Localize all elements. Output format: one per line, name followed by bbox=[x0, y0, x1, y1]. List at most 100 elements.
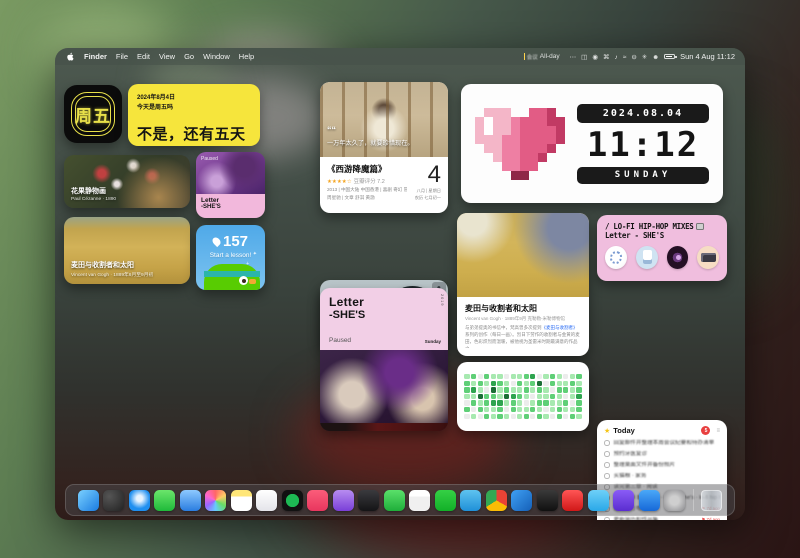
contribution-cell bbox=[478, 381, 483, 386]
heart-pixel bbox=[493, 126, 502, 135]
todo-checkbox[interactable] bbox=[604, 451, 610, 457]
dock-icon-telegram[interactable] bbox=[460, 490, 481, 511]
todo-checkbox[interactable] bbox=[604, 517, 610, 520]
heart-pixel bbox=[520, 108, 529, 117]
contribution-cell bbox=[504, 394, 509, 399]
contribution-cell bbox=[524, 394, 529, 399]
contribution-cell bbox=[478, 387, 483, 392]
apple-menu-icon[interactable] bbox=[65, 51, 75, 62]
contribution-cell bbox=[543, 407, 548, 412]
dock-icon-notes[interactable] bbox=[231, 490, 252, 511]
contribution-cell bbox=[511, 400, 516, 405]
contribution-cell bbox=[537, 400, 542, 405]
menu-bar-status: 会议All-day ⋯ ◫ ◉ ⌘ ♪ ≈ ⊖ ✳ ☻ Sun 4 Aug 11:12 bbox=[524, 52, 735, 61]
todo-checkbox[interactable] bbox=[604, 473, 610, 479]
contribution-cell bbox=[484, 407, 489, 412]
status-icon[interactable]: ◫ bbox=[581, 54, 587, 61]
widget-music-small[interactable]: Paused Letter -SHE'S bbox=[196, 152, 265, 218]
dock-icon-finder[interactable] bbox=[78, 490, 99, 511]
dock-icon-messages[interactable] bbox=[154, 490, 175, 511]
dock-icon-appstore[interactable] bbox=[639, 490, 660, 511]
status-icon[interactable]: ⋯ bbox=[570, 54, 577, 61]
dock-icon-podcasts[interactable] bbox=[333, 490, 354, 511]
cassette-sticker bbox=[697, 246, 719, 269]
menu-view[interactable]: View bbox=[159, 52, 175, 61]
widget-art-of-the-day[interactable]: 麦田与收割者和太阳 Vincent van Gogh · 1889年9月 克勒勒… bbox=[457, 213, 589, 356]
dock-icon-reminders[interactable] bbox=[256, 490, 277, 511]
todo-item[interactable]: 买猫粮 · 家务 bbox=[604, 473, 720, 479]
widget-is-it-friday[interactable]: 2024年8月4日 今天是周五吗 不是，还有五天 bbox=[128, 84, 260, 146]
status-icon[interactable]: ⌘ bbox=[603, 54, 610, 61]
heart-pixel bbox=[538, 162, 547, 171]
status-icon[interactable]: ✳ bbox=[642, 54, 647, 61]
dock-icon-facetime[interactable] bbox=[384, 490, 405, 511]
contribution-cell bbox=[511, 407, 516, 412]
dock-icon-system-settings[interactable] bbox=[664, 490, 685, 511]
dock-icon-music[interactable] bbox=[307, 490, 328, 511]
heart-pixel bbox=[538, 135, 547, 144]
menu-go[interactable]: Go bbox=[184, 52, 194, 61]
list-menu-icon[interactable]: ≡ bbox=[716, 428, 720, 434]
dock-icon-mail[interactable] bbox=[180, 490, 201, 511]
menu-finder[interactable]: Finder bbox=[84, 52, 107, 61]
widget-duolingo-streak[interactable]: 157 Start a lesson! ✦ + bbox=[196, 225, 265, 290]
todo-text: 预约牙医复诊 bbox=[614, 451, 721, 457]
dock-icon-trash[interactable] bbox=[701, 490, 722, 511]
contribution-cell bbox=[464, 414, 469, 419]
dock-icon-photos[interactable] bbox=[205, 490, 226, 511]
dock-icon-launchpad[interactable] bbox=[103, 490, 124, 511]
dock-icon-bilibili[interactable] bbox=[588, 490, 609, 511]
heart-pixel bbox=[520, 162, 529, 171]
heart-pixel bbox=[556, 153, 565, 162]
heart-pixel bbox=[475, 171, 484, 180]
artwork-link[interactable]: 《麦田与收割者》 bbox=[542, 325, 578, 330]
dock-icon-tv[interactable] bbox=[358, 490, 379, 511]
menubar-clock[interactable]: Sun 4 Aug 11:12 bbox=[680, 52, 735, 61]
status-icon[interactable]: ⊖ bbox=[631, 54, 636, 61]
menubar-event[interactable]: 会议All-day bbox=[524, 53, 560, 61]
todo-checkbox[interactable] bbox=[604, 440, 610, 446]
dock-icon-safari[interactable] bbox=[129, 490, 150, 511]
dock-icon-wechat[interactable] bbox=[435, 490, 456, 511]
vinyl-sticker bbox=[667, 246, 689, 269]
contribution-cell bbox=[570, 414, 575, 419]
widget-movie-quote[interactable]: ““ 一万年太久了，就要珍惜现在。 《西游降魔篇》 ★★★★☆豆瓣评分 7.2 … bbox=[320, 82, 448, 213]
todo-item[interactable]: 整理桌面文件并备份照片 bbox=[604, 462, 720, 468]
widget-art-cezanne[interactable]: 花果静物画 Paul Cézanne · 1890 bbox=[64, 155, 190, 208]
menu-help[interactable]: Help bbox=[239, 52, 254, 61]
menu-file[interactable]: File bbox=[116, 52, 128, 61]
widget-contribution-graph[interactable] bbox=[457, 362, 589, 431]
dock-icon-spotify[interactable] bbox=[282, 490, 303, 511]
contribution-cell bbox=[530, 407, 535, 412]
widget-letter-player[interactable]: Letter -SHE'S Paused Sunday 2019 bbox=[320, 288, 448, 431]
heart-pixel bbox=[511, 117, 520, 126]
status-icon[interactable]: ♪ bbox=[615, 54, 618, 61]
todo-item[interactable]: 预约牙医复诊 bbox=[604, 451, 720, 457]
widget-lofi-mixes[interactable]: / LO-FI HIP-HOP MIXES Letter - SHE'S bbox=[597, 215, 727, 281]
contribution-cell bbox=[557, 387, 562, 392]
todo-item[interactable]: 回复邮件并整理本周会议纪要和待办清单 bbox=[604, 440, 720, 446]
status-icon[interactable]: ☻ bbox=[652, 54, 659, 61]
dock-icon-vscode[interactable] bbox=[511, 490, 532, 511]
dock-icon-calendar[interactable] bbox=[409, 490, 430, 511]
contribution-cell bbox=[484, 394, 489, 399]
todo-item[interactable]: 更新简历和作品集⚑ 7d ago bbox=[604, 517, 720, 520]
widget-pixel-clock[interactable]: 2024.08.04 11:12 SUNDAY bbox=[461, 84, 723, 203]
battery-icon[interactable] bbox=[664, 54, 675, 60]
todo-checkbox[interactable] bbox=[604, 462, 610, 468]
heart-pixel bbox=[475, 108, 484, 117]
contribution-cell bbox=[497, 414, 502, 419]
status-icon[interactable]: ≈ bbox=[623, 54, 627, 61]
dock-icon-figma[interactable] bbox=[613, 490, 634, 511]
heart-pixel bbox=[529, 108, 538, 117]
menu-window[interactable]: Window bbox=[203, 52, 230, 61]
widget-art-wheatfield[interactable]: 麦田与收割者和太阳 Vincent van Gogh · 1889年6月至9月初 bbox=[64, 217, 190, 284]
widget-friday-icon[interactable]: 周五 bbox=[64, 85, 122, 143]
dock-icon-terminal[interactable] bbox=[537, 490, 558, 511]
status-icon[interactable]: ◉ bbox=[592, 54, 598, 61]
heart-pixel bbox=[484, 144, 493, 153]
contribution-cell bbox=[576, 374, 581, 379]
dock-icon-chrome[interactable] bbox=[486, 490, 507, 511]
menu-edit[interactable]: Edit bbox=[137, 52, 150, 61]
dock-icon-netease-music[interactable] bbox=[562, 490, 583, 511]
